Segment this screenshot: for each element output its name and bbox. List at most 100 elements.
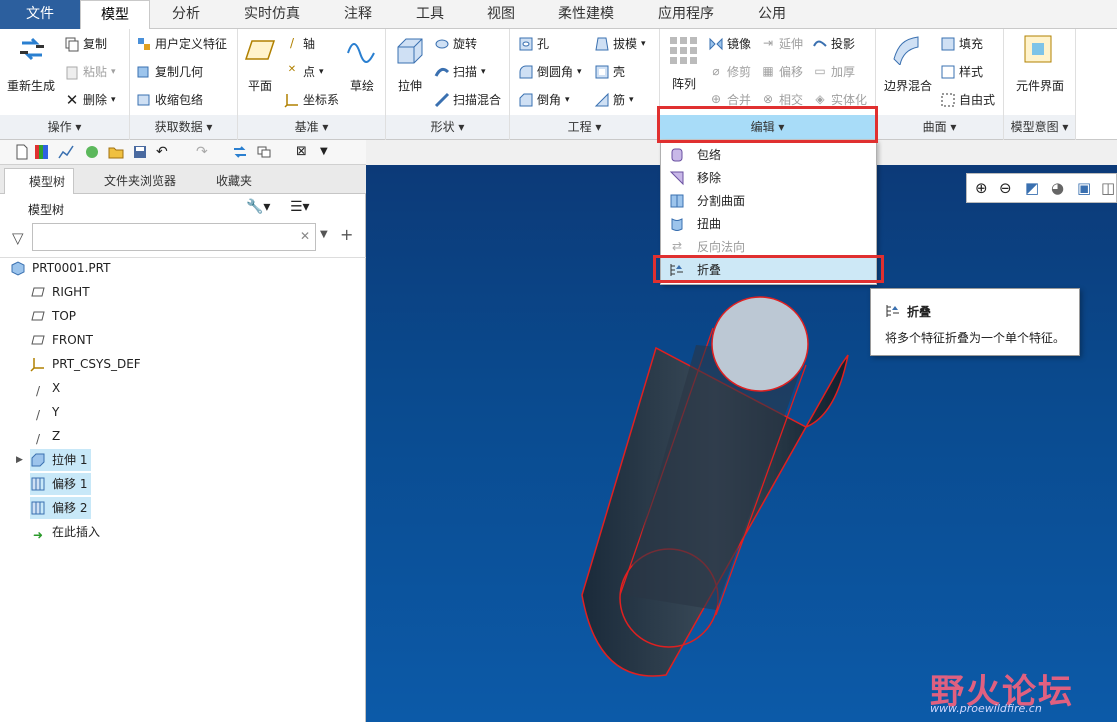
redo-icon[interactable]: ↷ <box>196 144 212 160</box>
reorient-icon[interactable]: ◕ <box>1051 179 1064 197</box>
style-button[interactable]: 样式 <box>940 63 983 80</box>
hole-button[interactable]: 孔 <box>518 35 549 52</box>
windows-icon[interactable] <box>256 144 272 160</box>
tab-flexible-modeling[interactable]: 柔性建模 <box>536 0 636 29</box>
appearance-icon[interactable] <box>34 144 50 160</box>
tree-item-part[interactable]: PRT0001.PRT <box>10 257 110 279</box>
filter-icon[interactable]: ▽ <box>12 229 24 247</box>
zoom-out-icon[interactable]: ⊖ <box>999 179 1012 197</box>
round-button[interactable]: 倒圆角 ▾ <box>518 63 582 80</box>
group-label-operations[interactable]: 操作 ▾ <box>0 115 129 139</box>
project-button[interactable]: 投影 <box>812 35 855 52</box>
group-label-get-data[interactable]: 获取数据 ▾ <box>130 115 237 139</box>
tab-view[interactable]: 视图 <box>466 0 536 29</box>
tree-item-csys[interactable]: PRT_CSYS_DEF <box>30 353 141 375</box>
tab-model[interactable]: 模型 <box>80 0 150 30</box>
shrinkwrap-button[interactable]: 收缩包络 <box>136 91 203 108</box>
tab-folder-browser[interactable]: 文件夹浏览器 <box>80 168 188 194</box>
ribbon: 重新生成 复制 粘贴 ▾ ✕ 删除 ▾ 操作 ▾ 用户定义特征 复制几何 收缩包络 获… <box>0 29 1117 140</box>
show-columns-icon[interactable]: ☰▾ <box>290 199 310 215</box>
regenerate-small-icon[interactable] <box>232 144 248 160</box>
close-window-icon[interactable]: ⊠ <box>296 144 312 160</box>
graph-icon[interactable] <box>58 144 74 160</box>
sweep-blend-button[interactable]: 扫描混合 <box>434 91 501 108</box>
group-label-shape[interactable]: 形状 ▾ <box>386 115 509 139</box>
extrude-button[interactable]: 拉伸 <box>390 77 430 94</box>
chamfer-button[interactable]: 倒角 ▾ <box>518 91 570 108</box>
tree-item-axis-y[interactable]: / Y <box>30 401 59 423</box>
customize-qat-icon[interactable]: ▼ <box>320 144 336 160</box>
refit-icon[interactable]: ◩ <box>1025 179 1039 197</box>
add-filter-icon[interactable]: + <box>340 225 353 244</box>
draft-button[interactable]: 拔模 ▾ <box>594 35 646 52</box>
offset-button[interactable]: ▦ 偏移 <box>760 63 803 80</box>
zoom-in-icon[interactable]: ⊕ <box>975 179 988 197</box>
open-folder-icon[interactable] <box>108 144 124 160</box>
expand-arrow-icon[interactable]: ▶ <box>16 455 23 465</box>
axis-icon: / <box>35 432 41 446</box>
tree-item-offset-1[interactable]: 偏移 1 <box>30 473 92 495</box>
point-button[interactable]: ✕ 点 ▾ <box>284 63 324 80</box>
menu-item-warp[interactable]: 扭曲 <box>661 212 876 235</box>
plane-button[interactable]: 平面 <box>240 77 280 94</box>
tab-tools[interactable]: 工具 <box>394 0 466 29</box>
tab-annotate[interactable]: 注释 <box>322 0 394 29</box>
display-style-icon[interactable]: ◫ <box>1101 179 1115 197</box>
delete-button[interactable]: ✕ 删除 ▾ <box>64 91 116 108</box>
settings-tools-icon[interactable]: 🔧▾ <box>246 199 270 215</box>
rib-button[interactable]: 筋 ▾ <box>594 91 634 108</box>
filter-dropdown-icon[interactable]: ▼ <box>320 229 328 240</box>
menu-item-remove[interactable]: 移除 <box>661 166 876 189</box>
group-label-model-intent[interactable]: 模型意图 ▾ <box>1004 115 1075 139</box>
tree-item-front[interactable]: FRONT <box>30 329 93 351</box>
sweep-button[interactable]: 扫描 ▾ <box>434 63 486 80</box>
trim-button[interactable]: ⌀ 修剪 <box>708 63 751 80</box>
clear-filter-icon[interactable]: ✕ <box>300 229 310 243</box>
extend-button[interactable]: ⇥ 延伸 <box>760 35 803 52</box>
group-label-surface[interactable]: 曲面 ▾ <box>876 115 1003 139</box>
tree-item-insert-here[interactable]: ➜ 在此插入 <box>30 521 100 543</box>
tree-item-axis-z[interactable]: / Z <box>30 425 60 447</box>
tree-item-top[interactable]: TOP <box>30 305 76 327</box>
thicken-button[interactable]: ▭ 加厚 <box>812 63 855 80</box>
sphere-icon[interactable] <box>84 144 100 160</box>
new-file-icon[interactable] <box>14 144 30 160</box>
tab-favorites[interactable]: 收藏夹 <box>192 168 262 194</box>
csys-button[interactable]: 坐标系 <box>284 91 339 108</box>
axis-button[interactable]: / 轴 <box>284 35 315 52</box>
csys-icon <box>30 358 44 372</box>
tree-item-extrude-1[interactable]: 拉伸 1 <box>30 449 92 471</box>
menu-item-split-surface[interactable]: 分割曲面 <box>661 189 876 212</box>
sketch-button[interactable]: 草绘 <box>342 77 382 94</box>
tab-realtime-sim[interactable]: 实时仿真 <box>222 0 322 29</box>
freeform-button[interactable]: 自由式 <box>940 91 995 108</box>
group-label-datum[interactable]: 基准 ▾ <box>238 115 385 139</box>
tree-item-axis-x[interactable]: / X <box>30 377 60 399</box>
fill-button[interactable]: 填充 <box>940 35 983 52</box>
menu-item-wrap[interactable]: 包络 <box>661 143 876 166</box>
saved-views-icon[interactable]: ▣ <box>1077 179 1091 197</box>
tab-utilities[interactable]: 公用 <box>736 0 808 29</box>
save-icon[interactable] <box>132 144 148 160</box>
shell-button[interactable]: 壳 <box>594 63 625 80</box>
pattern-button[interactable]: 阵列 <box>664 75 704 92</box>
mirror-button[interactable]: 镜像 <box>708 35 751 52</box>
datum-plane-icon <box>31 311 45 321</box>
group-label-engineering[interactable]: 工程 ▾ <box>510 115 659 139</box>
undo-icon[interactable]: ↶ <box>156 144 172 160</box>
tab-applications[interactable]: 应用程序 <box>636 0 736 29</box>
tab-analysis[interactable]: 分析 <box>150 0 222 29</box>
udf-button[interactable]: 用户定义特征 <box>136 35 227 52</box>
regenerate-button[interactable]: 重新生成 <box>0 77 62 94</box>
revolve-button[interactable]: 旋转 <box>434 35 477 52</box>
component-interface-button[interactable]: 元件界面 <box>1006 77 1074 94</box>
tree-filter-input[interactable] <box>32 223 316 251</box>
tab-file[interactable]: 文件 <box>0 0 80 29</box>
tab-model-tree[interactable]: 模型树 <box>4 168 74 194</box>
tree-item-offset-2[interactable]: 偏移 2 <box>30 497 92 519</box>
copy-geometry-button[interactable]: 复制几何 <box>136 63 203 80</box>
copy-button[interactable]: 复制 <box>64 35 107 52</box>
paste-button[interactable]: 粘贴 ▾ <box>64 63 116 80</box>
boundary-blend-button[interactable]: 边界混合 <box>878 77 938 94</box>
tree-item-right[interactable]: RIGHT <box>30 281 90 303</box>
